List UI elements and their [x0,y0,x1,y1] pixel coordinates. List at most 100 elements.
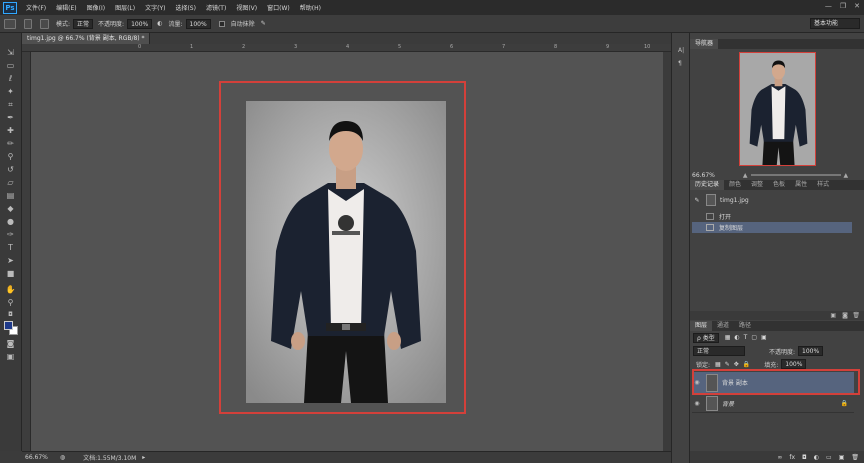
clone-stamp-tool-icon[interactable]: ⚲ [5,152,16,161]
menu-help[interactable]: 帮助(H) [300,3,321,12]
document-tab[interactable]: timg1.jpg @ 66.7% (背景 副本, RGB/8) * × [22,33,150,44]
pressure-opacity-icon[interactable]: ◐ [157,20,162,27]
menu-type[interactable]: 文字(Y) [145,3,165,12]
navigator-zoom-slider[interactable] [750,174,841,176]
vertical-scrollbar[interactable] [663,52,671,451]
tab-properties[interactable]: 属性 [790,180,812,190]
mode-select[interactable]: 正常 [73,18,94,29]
tab-navigator[interactable]: 导航器 [690,39,719,49]
tab-styles[interactable]: 样式 [812,180,834,190]
layer-row[interactable]: ◉ 背景 🔒 [692,395,854,413]
pressure-size-icon[interactable]: ✎ [261,20,266,27]
adjustment-layer-icon[interactable]: ◐ [814,454,819,461]
tab-adjustments[interactable]: 调整 [746,180,768,190]
quick-select-tool-icon[interactable]: ✦ [5,87,16,96]
options-bar: 模式: 正常 不透明度: 100% ◐ 流量: 100% 自动抹除 ✎ 基本功能 [0,15,864,33]
healing-brush-tool-icon[interactable]: ✚ [5,126,16,135]
zoom-in-icon[interactable]: ▲ [844,172,849,179]
navigator-zoom-value[interactable]: 66.67% [692,172,715,179]
close-icon[interactable]: ✕ [854,2,860,10]
path-select-tool-icon[interactable]: ➤ [5,256,16,265]
tool-preset-icon[interactable] [4,18,16,29]
brush-panel-icon[interactable] [40,18,49,29]
restore-icon[interactable]: ❐ [840,2,846,10]
pen-tool-icon[interactable]: ✑ [5,230,16,239]
minimize-icon[interactable]: — [825,2,832,10]
layer-opacity-input[interactable]: 100% [798,346,824,356]
workspace-select[interactable]: 基本功能 [810,18,860,29]
filter-smart-icon[interactable]: ▣ [761,334,767,341]
zoom-tool-icon[interactable]: ⚲ [5,298,16,307]
character-panel-icon[interactable]: A| [678,47,684,54]
lock-transparent-icon[interactable]: ▦ [715,361,721,368]
move-tool-icon[interactable]: ⇲ [5,48,16,57]
menu-filter[interactable]: 滤镜(T) [206,3,226,12]
blur-tool-icon[interactable]: ◆ [5,204,16,213]
add-mask-icon[interactable]: ◘ [802,454,807,461]
history-item[interactable]: 复制图层 [692,222,852,233]
history-brush-icon[interactable]: ✎ [692,197,702,204]
screen-mode-icon[interactable]: ▣ [5,352,16,361]
dodge-tool-icon[interactable]: ● [5,217,16,226]
tab-layers[interactable]: 图层 [690,321,713,331]
menu-layer[interactable]: 图层(L) [115,3,135,12]
filter-type-icon[interactable]: T [744,334,748,341]
filter-pixel-icon[interactable]: ▦ [725,334,731,341]
tab-paths[interactable]: 路径 [734,321,756,331]
paragraph-panel-icon[interactable]: ¶ [678,60,682,67]
quick-mask-icon[interactable]: ◙ [5,339,16,348]
menu-select[interactable]: 选择(S) [175,3,196,12]
history-item[interactable]: 打开 [692,211,852,222]
filter-shape-icon[interactable]: ▢ [751,334,757,341]
layer-style-icon[interactable]: fx [789,454,795,461]
default-colors-icon[interactable]: ◘ [5,310,16,319]
eyedropper-tool-icon[interactable]: ✒ [5,113,16,122]
opacity-input[interactable]: 100% [127,18,153,29]
link-layers-icon[interactable]: ∞ [777,454,782,461]
blend-mode-select[interactable]: 正常 [693,346,745,356]
menu-file[interactable]: 文件(F) [26,3,46,12]
new-layer-icon[interactable]: ▣ [839,454,845,461]
new-document-icon[interactable]: ▣ [830,312,836,319]
fill-input[interactable]: 100% [781,359,807,369]
camera-icon[interactable]: ◙ [842,312,848,319]
status-icon[interactable]: ◍ [60,454,65,461]
navigator-thumbnail[interactable] [739,52,816,166]
menu-edit[interactable]: 编辑(E) [56,3,76,12]
brush-tool-icon[interactable]: ✏ [5,139,16,148]
menu-window[interactable]: 窗口(W) [267,3,290,12]
status-arrow-icon[interactable]: ▸ [142,454,145,461]
lock-all-icon[interactable]: 🔒 [743,361,750,368]
foreground-color-swatch[interactable] [4,321,13,330]
menu-view[interactable]: 视图(V) [236,3,257,12]
hand-tool-icon[interactable]: ✋ [5,285,16,294]
tab-channels[interactable]: 通道 [712,321,734,331]
eraser-tool-icon[interactable]: ▱ [5,178,16,187]
flow-input[interactable]: 100% [185,18,211,29]
history-brush-tool-icon[interactable]: ↺ [5,165,16,174]
crop-tool-icon[interactable]: ⌗ [5,100,16,109]
lasso-tool-icon[interactable]: ℓ [5,74,16,83]
brush-size-icon[interactable] [24,18,32,29]
auto-erase-checkbox[interactable] [218,20,225,27]
delete-layer-icon[interactable]: 🗑 [851,454,859,461]
history-snapshot[interactable]: ✎ timg1.jpg [692,193,852,207]
filter-adjust-icon[interactable]: ◐ [734,334,739,341]
gradient-tool-icon[interactable]: ▤ [5,191,16,200]
lock-position-icon[interactable]: ✥ [734,361,739,368]
zoom-out-icon[interactable]: ▲ [743,172,748,179]
marquee-tool-icon[interactable]: ▭ [5,61,16,70]
lock-pixels-icon[interactable]: ✎ [725,361,730,368]
menu-image[interactable]: 图像(I) [87,3,105,12]
tab-swatches[interactable]: 色板 [768,180,790,190]
visibility-eye-icon[interactable]: ◉ [692,400,702,407]
tab-color[interactable]: 颜色 [724,180,746,190]
type-tool-icon[interactable]: T [5,243,16,252]
rectangle-tool-icon[interactable]: ■ [5,269,16,278]
zoom-level[interactable]: 66.67% [25,454,48,461]
new-group-icon[interactable]: ▭ [826,454,832,461]
trash-icon[interactable]: 🗑 [852,312,860,319]
tab-history[interactable]: 历史记录 [690,180,725,190]
layer-lock-icon: 🔒 [840,400,848,407]
layer-filter-select[interactable]: ρ 类型 [693,332,719,343]
